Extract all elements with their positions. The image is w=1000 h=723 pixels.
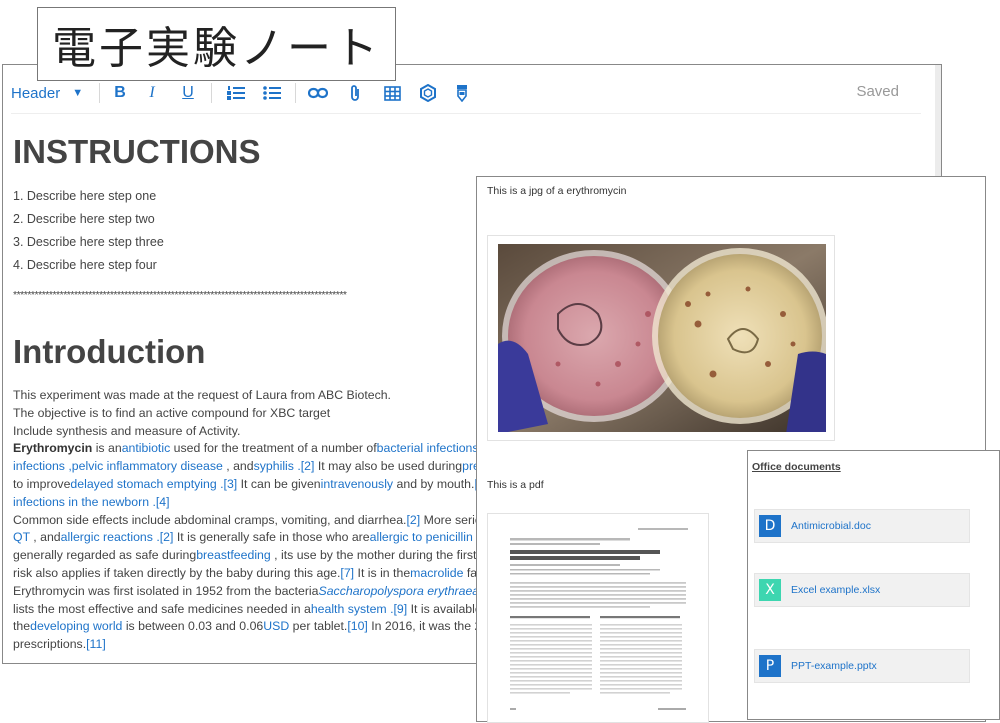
link[interactable]: bacterial infections <box>377 441 479 455</box>
file-item-xlsx[interactable]: X Excel example.xlsx <box>754 573 970 607</box>
powerpoint-icon: P <box>759 655 781 677</box>
molecule-button[interactable] <box>415 77 441 109</box>
save-status: Saved <box>856 83 899 100</box>
file-item-pptx[interactable]: P PPT-example.pptx <box>754 649 970 683</box>
link[interactable]: infections in the newborn <box>13 495 149 509</box>
jpg-caption: This is a jpg of a erythromycin <box>487 185 627 197</box>
link[interactable]: developing world <box>30 619 122 633</box>
link[interactable]: intravenously <box>321 477 393 491</box>
link[interactable]: macrolide <box>410 566 463 580</box>
pdf-thumbnail <box>488 514 708 722</box>
separator-stars: ****************************************… <box>13 289 347 301</box>
link[interactable]: USD <box>263 619 289 633</box>
file-name: Antimicrobial.doc <box>791 520 871 532</box>
link[interactable]: QT <box>13 530 30 544</box>
header-style-label: Header <box>11 84 61 102</box>
list-item: 3. Describe here step three <box>13 235 164 249</box>
divider <box>99 83 100 103</box>
heading-instructions: INSTRUCTIONS <box>13 133 261 170</box>
excel-icon: X <box>759 579 781 601</box>
list-item: 4. Describe here step four <box>13 258 157 272</box>
link[interactable]: breastfeeding <box>196 548 271 562</box>
bullet-list-button[interactable] <box>259 77 285 109</box>
ordered-list-icon <box>227 86 245 100</box>
link[interactable]: infections <box>13 459 65 473</box>
file-name: Excel example.xlsx <box>791 584 881 596</box>
table-icon <box>383 85 401 101</box>
word-icon: D <box>759 515 781 537</box>
link[interactable]: Saccharopolyspora erythraea <box>319 584 480 598</box>
list-item: 1. Describe here step one <box>13 189 157 203</box>
header-style-dropdown[interactable]: Header ▼ <box>11 77 91 109</box>
link[interactable]: syphilis <box>254 459 294 473</box>
link-icon <box>308 87 328 99</box>
table-button[interactable] <box>379 77 405 109</box>
pdf-caption: This is a pdf <box>487 479 544 491</box>
bullet-list-icon <box>263 86 281 100</box>
link[interactable]: health system <box>311 602 387 616</box>
link[interactable]: allergic reactions <box>61 530 153 544</box>
pdf-attachment[interactable] <box>487 513 709 723</box>
sample-button[interactable] <box>449 77 475 109</box>
underline-button[interactable]: U <box>175 77 201 109</box>
link[interactable]: allergic to penicillin <box>370 530 473 544</box>
attach-button[interactable] <box>343 77 369 109</box>
file-name: PPT-example.pptx <box>791 660 877 672</box>
list-item: 2. Describe here step two <box>13 212 155 226</box>
office-documents-panel: Office documents D Antimicrobial.doc X E… <box>747 450 1000 720</box>
paperclip-icon <box>351 85 359 101</box>
caret-down-icon: ▼ <box>72 87 84 99</box>
steps-list: 1. Describe here step one 2. Describe he… <box>13 189 164 281</box>
office-documents-title: Office documents <box>752 461 841 473</box>
file-item-doc[interactable]: D Antimicrobial.doc <box>754 509 970 543</box>
image-attachment[interactable] <box>487 235 835 441</box>
link[interactable]: ,pelvic inflammatory disease <box>65 459 222 473</box>
ordered-list-button[interactable] <box>223 77 249 109</box>
divider <box>211 83 212 103</box>
link[interactable]: antibiotic <box>122 441 171 455</box>
link[interactable]: delayed stomach emptying <box>70 477 216 491</box>
heading-introduction: Introduction <box>13 333 206 370</box>
petri-dish-photo <box>498 244 826 432</box>
editor-toolbar: Header ▼ B I U Saved <box>3 77 923 111</box>
toolbar-divider <box>11 113 921 114</box>
hexagon-icon <box>420 84 436 102</box>
link-button[interactable] <box>305 77 331 109</box>
tube-icon <box>457 85 467 102</box>
divider <box>295 83 296 103</box>
italic-button[interactable]: I <box>139 77 165 109</box>
app-title-overlay: 電子実験ノート <box>37 7 396 81</box>
bold-button[interactable]: B <box>107 77 133 109</box>
